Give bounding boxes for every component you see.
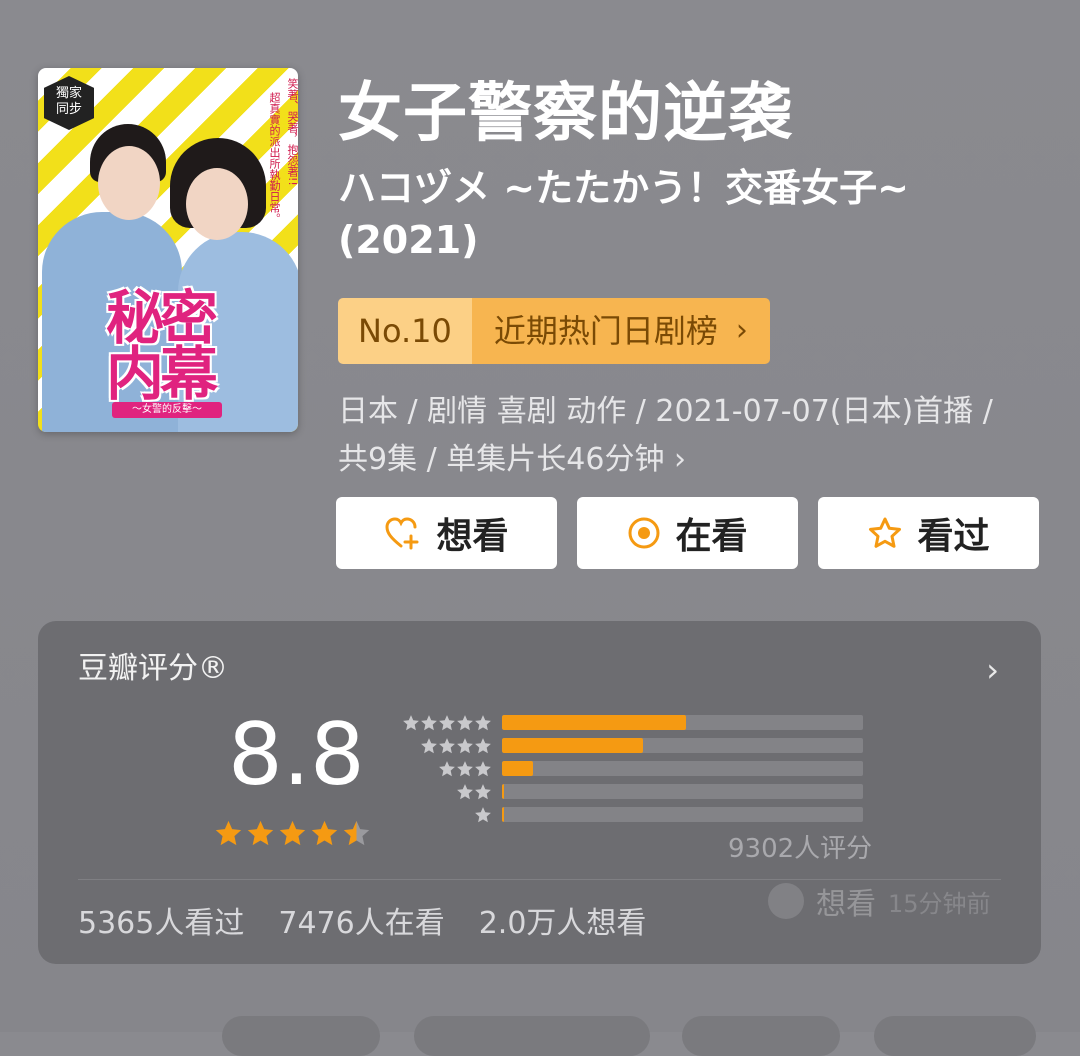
small-star-icon — [475, 806, 491, 822]
poster-logo-sub: 〜女警的反擊〜 — [112, 402, 222, 418]
watched-button[interactable]: 看过 — [818, 497, 1039, 569]
distribution-track — [502, 784, 863, 799]
chevron-right-icon: › — [986, 651, 999, 689]
meta-line-1: 日本 / 剧情 喜剧 动作 / 2021-07-07(日本)首播 / — [338, 394, 993, 429]
chevron-right-icon: › — [735, 313, 748, 348]
stat-watched: 5365人看过 — [78, 906, 245, 941]
stat-want: 2.0万人想看 — [478, 906, 647, 941]
audience-stats: 5365人看过 7476人在看 2.0万人想看 — [78, 903, 646, 945]
distribution-row — [398, 734, 863, 757]
original-title: ハコヅメ ~たたかう！交番女子~ (2021) — [338, 166, 909, 262]
star-outline-icon — [869, 517, 902, 548]
distribution-stars — [398, 714, 492, 732]
stat-watching: 7476人在看 — [278, 906, 445, 941]
distribution-track — [502, 715, 863, 730]
small-star-icon — [421, 737, 437, 753]
rating-stars — [214, 819, 371, 848]
want-button[interactable]: 想看 — [336, 497, 557, 569]
small-star-icon — [403, 714, 419, 730]
want-label: 想看 — [436, 516, 509, 557]
activity-action: 想看 — [816, 887, 876, 922]
page-title: 女子警察的逆袭 — [338, 77, 793, 151]
rating-card[interactable]: 豆瓣评分® › 8.8 9302人评分 想看 15分钟前 5365人看过 747… — [38, 621, 1041, 964]
rating-star-icon — [247, 820, 274, 846]
distribution-stars — [398, 806, 492, 824]
rating-score: 8.8 — [228, 705, 365, 805]
rating-star-icon — [311, 820, 338, 846]
tag-pill[interactable] — [874, 1016, 1036, 1056]
distribution-stars — [398, 737, 492, 755]
target-icon — [628, 517, 660, 549]
rank-badge[interactable]: No.10 近期热门日剧榜 › — [338, 298, 770, 364]
activity-overlay: 想看 15分钟前 — [768, 879, 991, 923]
meta-line-2: 共9集 / 单集片长46分钟 › — [338, 442, 686, 477]
rating-star-icon — [343, 820, 370, 846]
rating-star-icon — [279, 820, 306, 846]
distribution-row — [398, 711, 863, 734]
distribution-bar — [502, 738, 643, 753]
rating-title: 豆瓣评分® — [78, 651, 228, 686]
small-star-icon — [457, 737, 473, 753]
poster-image[interactable]: 獨家 同步 笑著、哭著，抱怨著!! 超真實的派出所執勤日常。 秘密内幕 〜女警的反… — [38, 68, 298, 432]
small-star-icon — [457, 714, 473, 730]
rating-distribution — [398, 711, 863, 826]
heart-plus-icon — [385, 517, 419, 550]
small-star-icon — [475, 737, 491, 753]
rank-label-wrap: 近期热门日剧榜 › — [471, 298, 770, 364]
distribution-bar — [502, 807, 505, 822]
small-star-icon — [475, 760, 491, 776]
rank-number: No.10 — [338, 298, 472, 364]
rating-star-icon — [215, 820, 242, 846]
avatar — [768, 883, 804, 919]
distribution-bar — [502, 761, 533, 776]
exclusive-badge: 獨家 同步 — [44, 76, 94, 130]
distribution-bar — [502, 784, 505, 799]
small-star-icon — [475, 783, 491, 799]
tag-pill[interactable] — [682, 1016, 840, 1056]
distribution-row — [398, 803, 863, 826]
small-star-icon — [421, 714, 437, 730]
distribution-row — [398, 757, 863, 780]
action-buttons: 想看 在看 看过 — [336, 497, 1039, 569]
divider — [78, 879, 1001, 880]
distribution-track — [502, 738, 863, 753]
watching-button[interactable]: 在看 — [577, 497, 798, 569]
distribution-stars — [398, 760, 492, 778]
small-star-icon — [439, 737, 455, 753]
distribution-track — [502, 807, 863, 822]
poster-side-text-1: 笑著、哭著，抱怨著!! — [286, 78, 298, 186]
tag-pill[interactable] — [414, 1016, 650, 1056]
small-star-icon — [439, 714, 455, 730]
distribution-bar — [502, 715, 687, 730]
poster-logo: 秘密内幕 — [106, 284, 218, 408]
small-star-icon — [475, 714, 491, 730]
poster-side-text-2: 超真實的派出所執勤日常。 — [268, 92, 281, 224]
meta-info[interactable]: 日本 / 剧情 喜剧 动作 / 2021-07-07(日本)首播 / 共9集 /… — [338, 388, 1038, 484]
small-star-icon — [457, 783, 473, 799]
small-star-icon — [457, 760, 473, 776]
small-star-icon — [439, 760, 455, 776]
rank-label: 近期热门日剧榜 — [493, 312, 718, 350]
rating-count: 9302人评分 — [728, 834, 873, 864]
tag-pill[interactable] — [222, 1016, 380, 1056]
distribution-track — [502, 761, 863, 776]
watched-label: 看过 — [917, 516, 990, 557]
activity-time: 15分钟前 — [888, 889, 991, 918]
distribution-row — [398, 780, 863, 803]
distribution-stars — [398, 783, 492, 801]
watching-label: 在看 — [675, 516, 748, 557]
